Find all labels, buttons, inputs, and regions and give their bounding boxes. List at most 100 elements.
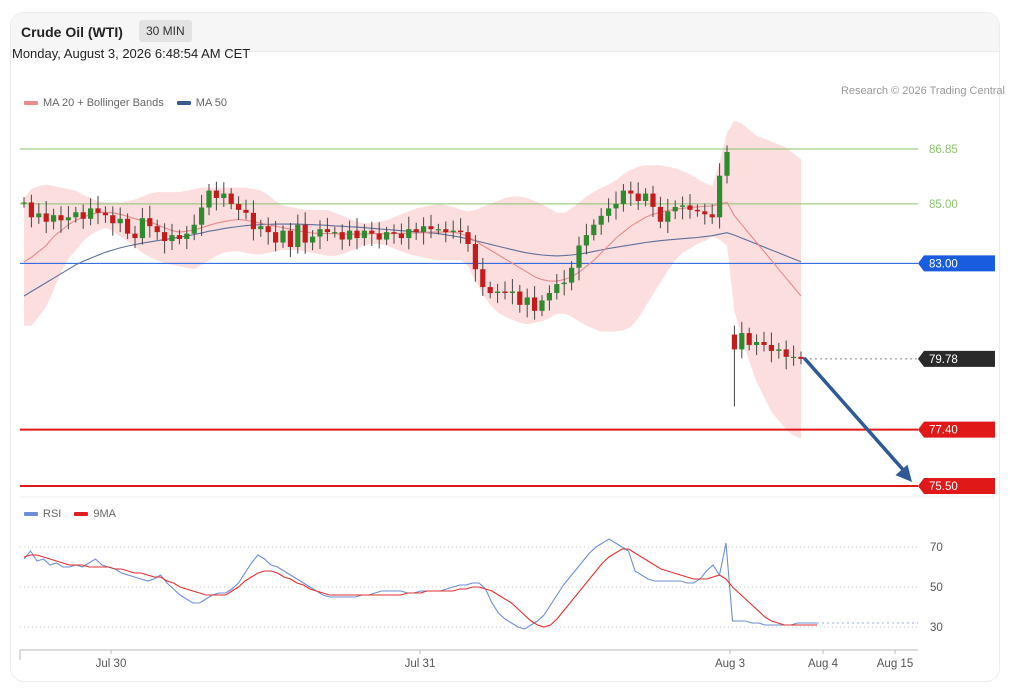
candle-body	[672, 206, 678, 212]
candle-body	[635, 193, 641, 201]
candle-body	[287, 230, 293, 247]
level-label-86.85: 86.85	[929, 144, 958, 156]
x-tick-label: Aug 15	[877, 658, 913, 670]
candle-body	[480, 269, 486, 288]
candle-body	[731, 334, 737, 350]
candle-body	[694, 209, 700, 212]
candle-body	[791, 356, 797, 359]
candle-body	[169, 235, 175, 242]
candle-body	[798, 356, 804, 359]
candle-body	[265, 226, 271, 233]
candle-body	[73, 212, 79, 218]
candle-body	[117, 218, 123, 224]
rsi-9ma-line	[23, 548, 817, 628]
rsi-tick-70: 70	[930, 542, 943, 554]
candle-body	[339, 232, 345, 240]
candle-body	[324, 229, 330, 233]
candle-body	[561, 282, 567, 285]
bollinger-band	[24, 120, 801, 439]
candle-body	[717, 175, 723, 218]
candle-body	[768, 344, 774, 351]
candle-body	[465, 232, 471, 245]
candle-body	[139, 218, 145, 239]
candle-body	[236, 203, 242, 210]
candle-body	[739, 333, 745, 350]
forecast-arrow-shaft	[803, 357, 908, 475]
candle-body	[384, 232, 390, 240]
candle-body	[221, 193, 227, 198]
candle-body	[613, 203, 619, 209]
candle-body	[332, 232, 338, 234]
candle-body	[347, 230, 353, 240]
candle-body	[280, 230, 286, 243]
candle-body	[665, 211, 671, 222]
candle-body	[184, 233, 190, 239]
candle-body	[495, 291, 501, 294]
candle-body	[546, 293, 552, 301]
candle-body	[435, 229, 441, 231]
candle-body	[628, 190, 634, 194]
x-tick-label: Aug 3	[715, 658, 745, 670]
candle-body	[620, 190, 626, 204]
rsi-line	[23, 538, 817, 630]
candle-body	[310, 236, 316, 243]
candle-body	[28, 202, 34, 218]
candle-body	[361, 230, 367, 239]
candle-body	[398, 233, 404, 239]
candle-body	[36, 213, 42, 218]
candle-body	[709, 214, 715, 218]
level-label-83.00: 83.00	[929, 258, 958, 270]
candle-body	[680, 205, 686, 207]
level-label-75.50: 75.50	[929, 481, 958, 493]
level-label-85.00: 85.00	[929, 199, 958, 211]
candle-body	[502, 291, 508, 294]
candle-body	[376, 233, 382, 240]
chart-svg: 86.85 85.00 83.00 79.78 77.40 75.50 70 50 30 Jul …	[19, 120, 995, 670]
candle-body	[428, 226, 434, 230]
candle-body	[132, 233, 138, 239]
candle-body	[458, 230, 464, 233]
candle-body	[228, 193, 234, 204]
candle-body	[199, 207, 205, 225]
level-label-79.78: 79.78	[929, 354, 958, 366]
candle-body	[391, 232, 397, 234]
candle-body	[302, 224, 308, 243]
candle-body	[583, 235, 589, 246]
candle-body	[317, 229, 323, 237]
candle-body	[213, 190, 219, 198]
candle-body	[295, 224, 301, 247]
candle-body	[65, 217, 71, 221]
candle-body	[569, 267, 575, 283]
candle-body	[43, 213, 49, 222]
candle-body	[783, 349, 789, 357]
candle-body	[51, 215, 57, 222]
candle-body	[80, 212, 86, 219]
candle-body	[95, 208, 101, 213]
candle-body	[591, 224, 597, 236]
candle-body	[421, 226, 427, 233]
candle-body	[724, 151, 730, 176]
rsi-tick-50: 50	[930, 582, 943, 594]
rsi-tick-30: 30	[930, 622, 943, 634]
candle-body	[776, 349, 782, 351]
candle-body	[413, 229, 419, 233]
candle-body	[487, 287, 493, 294]
candle-body	[21, 202, 27, 204]
candle-body	[524, 297, 530, 305]
forecast-arrow-head	[895, 464, 912, 482]
candle-body	[162, 232, 168, 242]
candle-body	[761, 341, 767, 345]
candle-body	[643, 193, 649, 201]
candle-body	[443, 229, 449, 233]
candle-body	[176, 235, 182, 239]
candle-body	[191, 224, 197, 234]
candle-body	[539, 300, 545, 311]
candle-body	[687, 205, 693, 210]
x-tick-label: Jul 31	[405, 658, 436, 670]
candle-body	[554, 284, 560, 294]
candle-body	[517, 291, 523, 305]
candle-body	[369, 230, 375, 234]
candle-body	[354, 230, 360, 239]
candle-body	[258, 226, 264, 230]
candle-body	[598, 215, 604, 225]
